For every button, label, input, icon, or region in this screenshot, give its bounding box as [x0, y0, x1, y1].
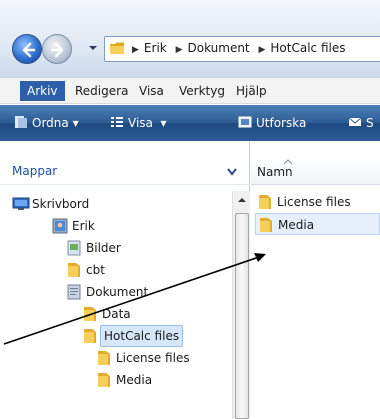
folder-pane: Mappar Skrivbord Erik Bilder cbt Dokumen…	[0, 141, 250, 419]
breadcrumb-dokument[interactable]: Dokument	[187, 41, 249, 55]
tree-item-label: Media	[116, 373, 153, 387]
breadcrumb: ▶ Erik ▶ Dokument ▶ HotCalc files	[127, 41, 345, 55]
ordna-button[interactable]: Ordna ▾	[14, 115, 79, 130]
folder-icon	[68, 263, 80, 277]
open-folder-icon	[84, 329, 96, 343]
menu-verktyg[interactable]: Verktyg	[172, 81, 232, 101]
file-item-license-files[interactable]: License files	[255, 191, 380, 213]
menu-redigera[interactable]: Redigera	[68, 81, 135, 101]
command-toolbar: Ordna ▾ Visa ▾ Utforska S	[0, 105, 380, 141]
explore-icon	[238, 116, 252, 128]
folders-title: Mappar	[12, 164, 58, 178]
column-header-name[interactable]: Namn	[251, 159, 380, 185]
breadcrumb-hotcalc[interactable]: HotCalc files	[270, 41, 345, 55]
visa-label: Visa	[128, 116, 153, 130]
address-bar-region: ▶ Erik ▶ Dokument ▶ HotCalc files	[0, 0, 380, 78]
menu-hjalp[interactable]: Hjälp	[229, 81, 274, 101]
recent-pages-dropdown-icon[interactable]	[88, 43, 98, 53]
visa-button[interactable]: Visa ▾	[110, 115, 167, 130]
scroll-thumb[interactable]	[235, 213, 249, 419]
address-field[interactable]: ▶ Erik ▶ Dokument ▶ HotCalc files	[104, 36, 380, 62]
column-header-label: Namn	[257, 165, 293, 179]
tree-item-label: Dokument	[86, 285, 149, 299]
tree-item-label: HotCalc files	[100, 325, 184, 347]
folder-icon	[98, 373, 110, 387]
breadcrumb-erik[interactable]: Erik	[144, 41, 167, 55]
forward-button[interactable]	[42, 34, 72, 64]
breadcrumb-separator-icon[interactable]: ▶	[132, 45, 139, 55]
utforska-button[interactable]: Utforska	[238, 115, 306, 130]
share-button[interactable]: S	[348, 115, 374, 130]
mail-icon	[348, 117, 362, 126]
share-label: S	[366, 116, 374, 130]
breadcrumb-separator-icon[interactable]: ▶	[258, 45, 265, 55]
file-item-label: Media	[278, 218, 315, 232]
back-button[interactable]	[12, 34, 42, 64]
tree-item-label: Skrivbord	[32, 197, 90, 211]
ordna-label: Ordna	[32, 116, 69, 130]
menu-arkiv[interactable]: Arkiv	[20, 81, 65, 101]
pictures-folder-icon	[67, 240, 81, 256]
folder-icon	[259, 195, 271, 209]
folders-header[interactable]: Mappar	[0, 159, 250, 185]
menu-visa[interactable]: Visa	[132, 81, 171, 101]
file-item-media[interactable]: Media	[255, 213, 380, 235]
tree-item-label: Data	[102, 307, 131, 321]
folder-icon	[84, 307, 96, 321]
arrow-left-icon	[22, 42, 36, 58]
user-folder-icon	[52, 218, 68, 234]
chevron-down-icon[interactable]	[226, 167, 238, 177]
folder-icon	[260, 218, 272, 232]
file-item-label: License files	[277, 195, 351, 209]
folder-icon	[110, 42, 124, 54]
file-list-pane: Namn License files Media	[251, 141, 380, 419]
views-icon	[111, 117, 123, 127]
tree-item-label: Bilder	[86, 241, 121, 255]
desktop-icon	[12, 197, 30, 210]
tree-item-label: Erik	[72, 219, 95, 233]
breadcrumb-separator-icon[interactable]: ▶	[176, 45, 183, 55]
organize-icon	[15, 116, 27, 128]
arrow-right-icon	[50, 42, 64, 58]
scroll-up-icon[interactable]	[236, 195, 248, 205]
folder-pane-scrollbar[interactable]	[232, 191, 250, 419]
documents-folder-icon	[67, 284, 81, 300]
menu-bar: Arkiv Redigera Visa Verktyg Hjälp	[0, 78, 380, 104]
folder-icon	[98, 351, 110, 365]
utforska-label: Utforska	[256, 116, 307, 130]
tree-item-label: cbt	[86, 263, 105, 277]
tree-item-label: License files	[116, 351, 190, 365]
